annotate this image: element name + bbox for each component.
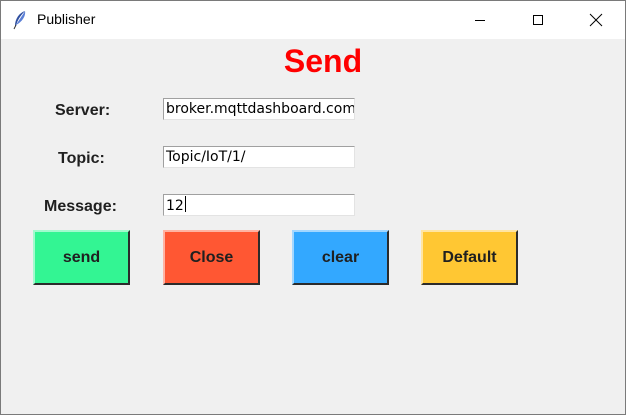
- close-button[interactable]: Close: [163, 230, 260, 285]
- close-window-button[interactable]: [573, 1, 619, 39]
- main-content: Send Server: broker.mqttdashboard.com To…: [1, 39, 625, 414]
- minimize-button[interactable]: [457, 1, 503, 39]
- clear-button[interactable]: clear: [292, 230, 389, 285]
- maximize-icon: [533, 15, 543, 25]
- topic-input-value: Topic/IoT/1/: [166, 149, 246, 165]
- topic-label: Topic:: [58, 150, 105, 167]
- maximize-button[interactable]: [515, 1, 561, 39]
- server-input[interactable]: broker.mqttdashboard.com: [163, 98, 355, 120]
- publisher-window: Publisher Send Server: broker.mqttdashbo…: [0, 0, 626, 415]
- server-input-value: broker.mqttdashboard.com: [166, 101, 355, 117]
- page-title: Send: [283, 43, 363, 79]
- message-input-value: 12: [166, 198, 184, 214]
- message-label: Message:: [44, 198, 117, 215]
- text-cursor: [184, 196, 186, 212]
- title-bar[interactable]: Publisher: [1, 1, 625, 39]
- send-button[interactable]: send: [33, 230, 130, 285]
- topic-input[interactable]: Topic/IoT/1/: [163, 146, 355, 168]
- window-title: Publisher: [37, 11, 96, 27]
- server-label: Server:: [55, 102, 111, 119]
- message-input[interactable]: 12: [163, 194, 355, 216]
- default-button[interactable]: Default: [421, 230, 518, 285]
- feather-icon: [13, 11, 26, 30]
- minimize-icon: [475, 20, 485, 21]
- close-icon: [589, 13, 603, 27]
